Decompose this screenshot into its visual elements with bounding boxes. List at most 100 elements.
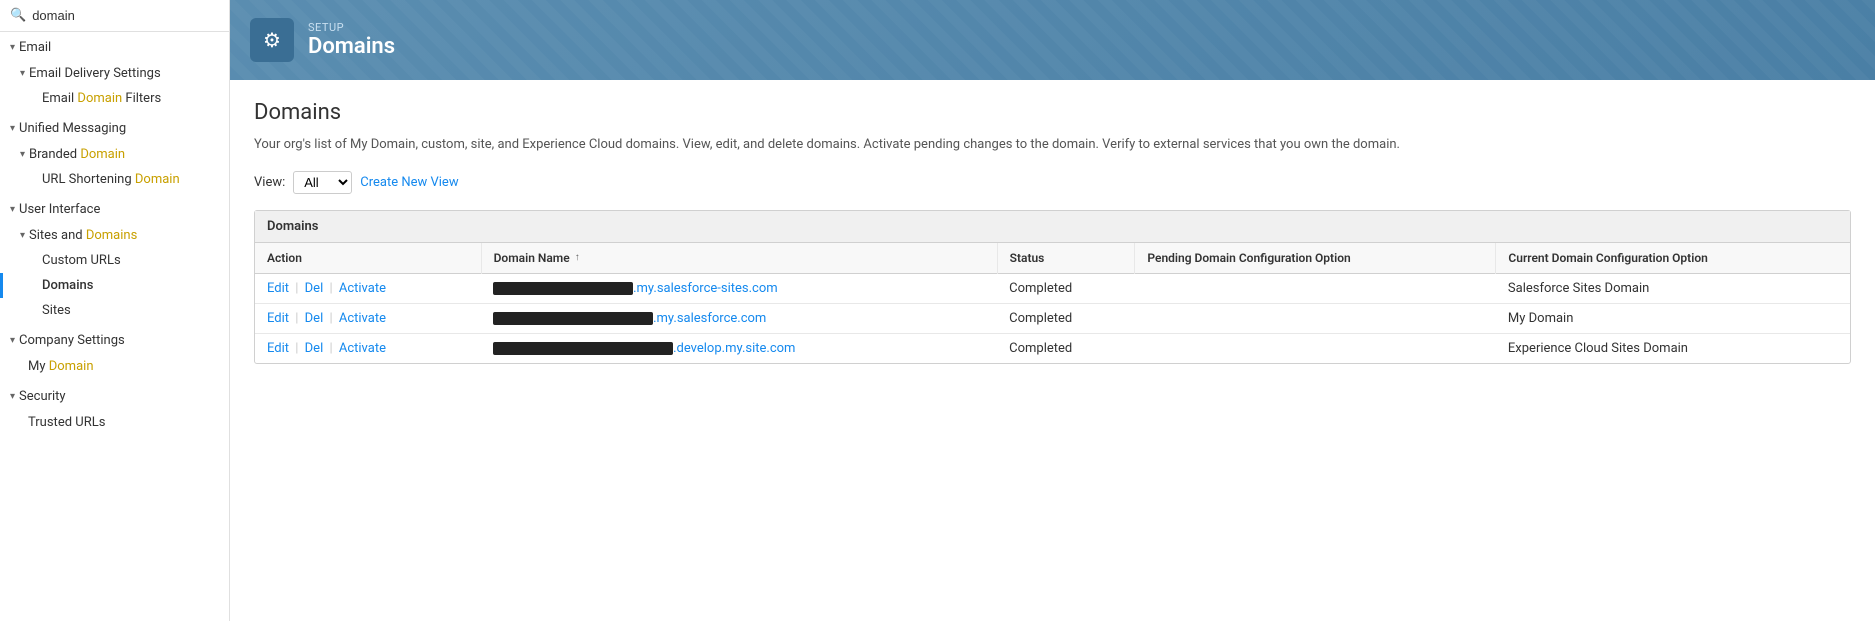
col-status-label: Status xyxy=(1010,251,1045,265)
col-header-status: Status xyxy=(997,243,1135,274)
chevron-email: ▾ xyxy=(10,42,15,53)
sort-arrow-icon: ↑ xyxy=(575,252,580,263)
col-action-label: Action xyxy=(267,251,302,265)
nav-sub-email-domain-filters[interactable]: Email Domain Filters xyxy=(0,86,229,111)
row3-status-cell: Completed xyxy=(997,333,1135,363)
chevron-security: ▾ xyxy=(10,391,15,402)
row2-status-text: Completed xyxy=(1009,311,1072,326)
highlight-domain-1: Domain xyxy=(77,91,122,106)
row3-domain-redacted xyxy=(493,342,673,355)
nav-sub-domains-active[interactable]: Domains xyxy=(0,273,229,298)
nav-email-delivery-label: Email Delivery Settings xyxy=(29,66,161,81)
sep2b: | xyxy=(326,311,336,326)
nav-item-my-domain[interactable]: My Domain xyxy=(0,354,229,379)
sep1b: | xyxy=(326,281,336,296)
nav-sites-text: Sites xyxy=(42,303,71,318)
row1-del-link[interactable]: Del xyxy=(305,281,324,296)
header-bar: ⚙ SETUP Domains xyxy=(230,0,1875,80)
create-new-view-link[interactable]: Create New View xyxy=(360,175,458,190)
nav-trusted-urls-text: Trusted URLs xyxy=(28,415,105,430)
row3-current-config-text: Experience Cloud Sites Domain xyxy=(1508,341,1688,356)
row1-domain-redacted xyxy=(493,282,633,295)
nav-company-label: Company Settings xyxy=(19,333,125,348)
header-title: Domains xyxy=(308,34,395,59)
nav-custom-urls-text: Custom URLs xyxy=(42,253,121,268)
row3-activate-link[interactable]: Activate xyxy=(339,341,386,356)
row3-domain-link[interactable]: .develop.my.site.com xyxy=(673,341,795,356)
table-row: Edit | Del | Activate .my.salesforce-sit… xyxy=(255,273,1850,303)
row3-status-text: Completed xyxy=(1009,341,1072,356)
nav-unified-section: ▾ Unified Messaging ▾ Branded Domain URL… xyxy=(0,113,229,194)
chevron-ui: ▾ xyxy=(10,204,15,215)
row1-activate-link[interactable]: Activate xyxy=(339,281,386,296)
nav-item-branded-domain[interactable]: ▾ Branded Domain xyxy=(0,142,229,167)
row1-status-cell: Completed xyxy=(997,273,1135,303)
row2-edit-link[interactable]: Edit xyxy=(267,311,289,326)
sep3b: | xyxy=(326,341,336,356)
view-label: View: xyxy=(254,175,285,190)
nav-group-ui[interactable]: ▾ User Interface xyxy=(0,196,229,223)
highlight-domain-4: Domain xyxy=(49,359,94,374)
row2-action-cell: Edit | Del | Activate xyxy=(255,303,481,333)
row1-domain-link[interactable]: .my.salesforce-sites.com xyxy=(633,281,778,296)
row3-pending-cell xyxy=(1135,333,1496,363)
highlight-domains-1: Domains xyxy=(86,228,137,243)
sep1a: | xyxy=(292,281,302,296)
highlight-domain-2: Domain xyxy=(80,147,125,162)
nav-company-section: ▾ Company Settings My Domain xyxy=(0,325,229,381)
col-current-config-label: Current Domain Configuration Option xyxy=(1508,251,1707,265)
chevron-email-delivery: ▾ xyxy=(20,68,25,79)
nav-sub-url-shortening[interactable]: URL Shortening Domain xyxy=(0,167,229,192)
sidebar: 🔍 ▾ Email ▾ Email Delivery Settings Emai… xyxy=(0,0,230,621)
search-input[interactable] xyxy=(32,8,219,23)
nav-email-section: ▾ Email ▾ Email Delivery Settings Email … xyxy=(0,32,229,113)
table-header-row: Action Domain Name ↑ Status Pend xyxy=(255,243,1850,274)
search-box[interactable]: 🔍 xyxy=(0,0,229,32)
header-setup-label: SETUP xyxy=(308,21,395,34)
col-domain-name-label: Domain Name ↑ xyxy=(494,251,985,265)
nav-group-unified[interactable]: ▾ Unified Messaging xyxy=(0,115,229,142)
sep3a: | xyxy=(292,341,302,356)
row1-action-links: Edit | Del | Activate xyxy=(267,281,386,296)
row1-edit-link[interactable]: Edit xyxy=(267,281,289,296)
row1-action-cell: Edit | Del | Activate xyxy=(255,273,481,303)
content-area: Domains Your org's list of My Domain, cu… xyxy=(230,80,1875,621)
chevron-company: ▾ xyxy=(10,335,15,346)
nav-item-email-delivery-settings[interactable]: ▾ Email Delivery Settings xyxy=(0,61,229,86)
row1-current-config-cell: Salesforce Sites Domain xyxy=(1496,273,1850,303)
row3-action-links: Edit | Del | Activate xyxy=(267,341,386,356)
nav-group-security[interactable]: ▾ Security xyxy=(0,383,229,410)
col-header-pending-config: Pending Domain Configuration Option xyxy=(1135,243,1496,274)
view-bar: View: All Create New View xyxy=(254,171,1851,194)
row2-del-link[interactable]: Del xyxy=(305,311,324,326)
chevron-sites: ▾ xyxy=(20,230,25,241)
header-text-group: SETUP Domains xyxy=(308,21,395,59)
row2-pending-cell xyxy=(1135,303,1496,333)
table-row: Edit | Del | Activate .develop.my.site.c… xyxy=(255,333,1850,363)
col-header-domain-name[interactable]: Domain Name ↑ xyxy=(481,243,997,274)
row3-current-config-cell: Experience Cloud Sites Domain xyxy=(1496,333,1850,363)
view-select[interactable]: All xyxy=(293,171,352,194)
domain-name-text: Domain Name xyxy=(494,251,570,265)
highlight-domain-3: Domain xyxy=(135,172,180,187)
nav-item-sites-domains[interactable]: ▾ Sites and Domains xyxy=(0,223,229,248)
nav-group-company[interactable]: ▾ Company Settings xyxy=(0,327,229,354)
nav-sub-custom-urls[interactable]: Custom URLs xyxy=(0,248,229,273)
content-description: Your org's list of My Domain, custom, si… xyxy=(254,135,1851,155)
row2-domain-link[interactable]: .my.salesforce.com xyxy=(653,311,766,326)
row1-pending-cell xyxy=(1135,273,1496,303)
nav-item-trusted-urls[interactable]: Trusted URLs xyxy=(0,410,229,435)
nav-group-email[interactable]: ▾ Email xyxy=(0,34,229,61)
nav-branded-label: Branded Domain xyxy=(29,147,125,162)
row2-action-links: Edit | Del | Activate xyxy=(267,311,386,326)
row3-edit-link[interactable]: Edit xyxy=(267,341,289,356)
nav-sub-sites[interactable]: Sites xyxy=(0,298,229,323)
nav-security-section: ▾ Security Trusted URLs xyxy=(0,381,229,437)
col-header-action: Action xyxy=(255,243,481,274)
domains-table-title: Domains xyxy=(255,211,1850,243)
row2-activate-link[interactable]: Activate xyxy=(339,311,386,326)
main-content: ⚙ SETUP Domains Domains Your org's list … xyxy=(230,0,1875,621)
row3-del-link[interactable]: Del xyxy=(305,341,324,356)
table-row: Edit | Del | Activate .my.salesforce.com… xyxy=(255,303,1850,333)
row2-status-cell: Completed xyxy=(997,303,1135,333)
